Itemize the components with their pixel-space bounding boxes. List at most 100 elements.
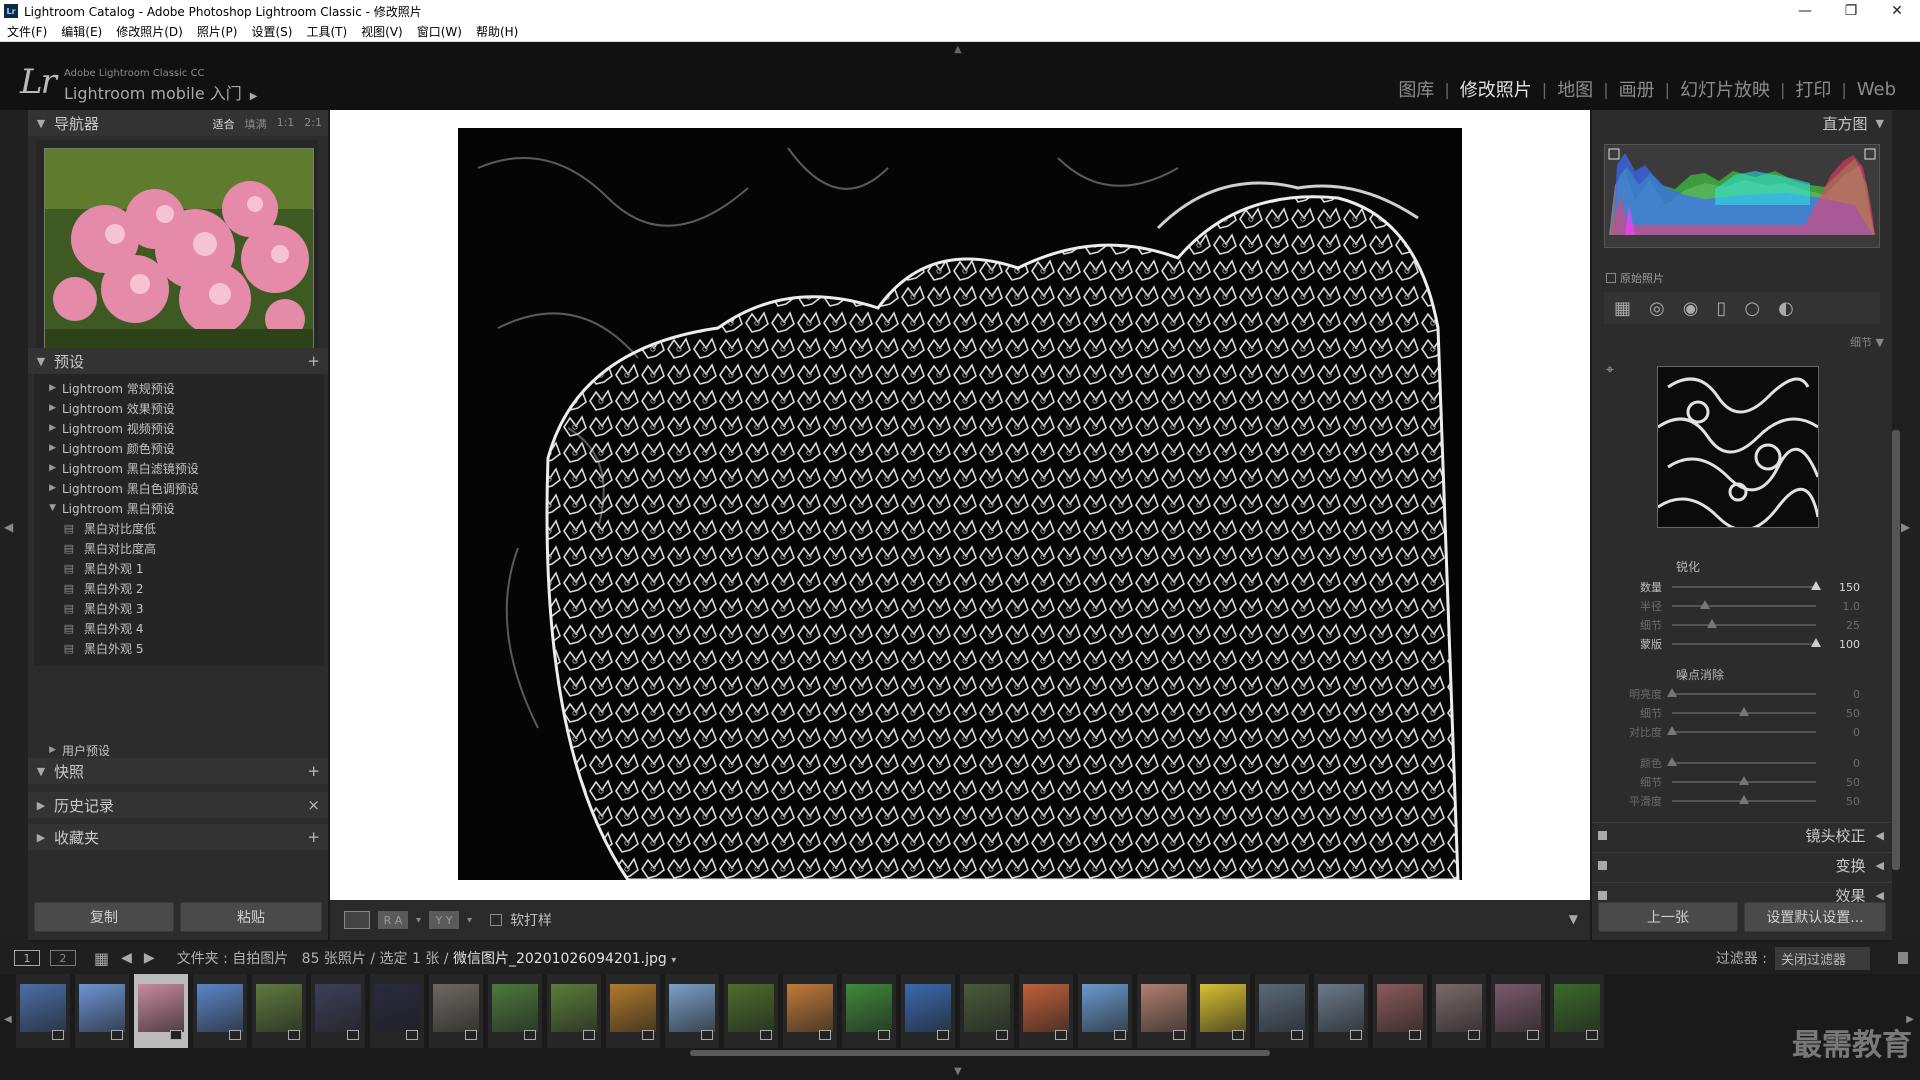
collections-header[interactable]: ▶ 收藏夹 + — [28, 824, 328, 850]
filmstrip-scrollbar[interactable] — [690, 1050, 1270, 1056]
slider-knob[interactable] — [1667, 726, 1677, 735]
main-window-button[interactable]: 1 — [14, 950, 40, 966]
preset-group[interactable]: ▶ Lightroom 常规预设 — [34, 378, 324, 398]
add-collection-icon[interactable]: + — [307, 828, 320, 846]
paste-button[interactable]: 粘贴 — [180, 902, 322, 932]
show-original-toggle[interactable]: 原始照片 — [1606, 270, 1664, 286]
crop-tool-icon[interactable]: ▦ — [1614, 298, 1631, 319]
sharpen-detail-slider[interactable]: 细节 25 — [1592, 616, 1892, 634]
grid-view-icon[interactable]: ▦ — [94, 949, 109, 968]
minimize-button[interactable]: — — [1782, 3, 1828, 19]
preset-group[interactable]: ▶ Lightroom 颜色预设 — [34, 438, 324, 458]
module-slideshow[interactable]: 幻灯片放映 — [1670, 76, 1780, 102]
filmstrip-thumbnail[interactable] — [370, 974, 424, 1048]
filmstrip-thumbnail[interactable] — [134, 974, 188, 1048]
reset-default-button[interactable]: 设置默认设置... — [1744, 902, 1886, 932]
slider-knob[interactable] — [1700, 600, 1711, 609]
close-button[interactable]: ✕ — [1874, 3, 1920, 19]
add-preset-icon[interactable]: + — [307, 352, 320, 370]
chevron-down-icon[interactable]: ▾ — [671, 955, 676, 966]
filmstrip-thumbnail[interactable] — [1373, 974, 1427, 1048]
graduated-filter-icon[interactable]: ▯ — [1716, 298, 1726, 319]
filmstrip-thumbnail[interactable] — [1432, 974, 1486, 1048]
history-header[interactable]: ▶ 历史记录 × — [28, 792, 328, 818]
histogram[interactable] — [1604, 144, 1880, 248]
sharpen-masking-slider[interactable]: 蒙版 100 — [1592, 635, 1892, 653]
filmstrip-thumbnail[interactable] — [488, 974, 542, 1048]
luminance-contrast-slider[interactable]: 对比度 0 — [1592, 723, 1892, 741]
slider-knob[interactable] — [1811, 581, 1821, 590]
previous-button[interactable]: 上一张 — [1598, 902, 1738, 932]
source-path[interactable]: 文件夹 : 自拍图片 85 张照片 / 选定 1 张 / 微信图片_202010… — [177, 948, 677, 968]
sharpen-radius-slider[interactable]: 半径 1.0 — [1592, 597, 1892, 615]
main-photo[interactable] — [458, 128, 1462, 880]
filmstrip-thumbnail[interactable] — [1314, 974, 1368, 1048]
menu-window[interactable]: 窗口(W) — [410, 23, 469, 40]
preset-group-open[interactable]: ▼ Lightroom 黑白预设 — [34, 498, 324, 518]
zoom-1-1[interactable]: 1:1 — [277, 116, 295, 132]
filmstrip-thumbnail[interactable] — [16, 974, 70, 1048]
preset-group[interactable]: ▶ Lightroom 黑白色调预设 — [34, 478, 324, 498]
snapshots-header[interactable]: ▼ 快照 + — [28, 758, 328, 784]
panel-switch-icon[interactable] — [1598, 831, 1607, 840]
filter-select[interactable]: 关闭过滤器 — [1774, 946, 1870, 970]
menu-develop[interactable]: 修改照片(D) — [109, 23, 190, 40]
mobile-start-link[interactable]: Lightroom mobile 入门 ▶ — [64, 80, 257, 104]
loupe-view-icon[interactable] — [344, 911, 370, 929]
module-develop[interactable]: 修改照片 — [1450, 76, 1542, 102]
lens-correction-header[interactable]: 镜头校正 ◀ — [1592, 822, 1892, 848]
preset-item[interactable]: ▤ 黑白对比度低 — [34, 518, 324, 538]
preset-item[interactable]: ▤ 黑白外观 4 — [34, 618, 324, 638]
right-panel-scrollbar[interactable] — [1892, 430, 1900, 870]
preset-item[interactable]: ▤ 黑白对比度高 — [34, 538, 324, 558]
module-web[interactable]: Web — [1847, 79, 1906, 100]
red-eye-icon[interactable]: ◉ — [1683, 298, 1699, 319]
chevron-down-icon[interactable]: ▾ — [416, 915, 421, 926]
add-snapshot-icon[interactable]: + — [307, 762, 320, 780]
radial-filter-icon[interactable]: ○ — [1744, 298, 1760, 319]
original-checkbox[interactable] — [1606, 273, 1616, 283]
menu-tools[interactable]: 工具(T) — [299, 23, 354, 40]
menu-view[interactable]: 视图(V) — [354, 23, 410, 40]
filmstrip-thumbnail[interactable] — [606, 974, 660, 1048]
panel-switch-icon[interactable] — [1598, 891, 1607, 900]
filmstrip-thumbnail[interactable] — [252, 974, 306, 1048]
preset-item[interactable]: ▤ 黑白外观 1 — [34, 558, 324, 578]
filmstrip-thumbnail[interactable] — [1078, 974, 1132, 1048]
collapse-bottom-arrow-icon[interactable]: ▼ — [954, 1066, 962, 1077]
filmstrip-thumbnail[interactable] — [193, 974, 247, 1048]
filmstrip-thumbnail[interactable] — [547, 974, 601, 1048]
navigator-thumbnail[interactable] — [44, 148, 314, 352]
filmstrip-thumbnail[interactable] — [1255, 974, 1309, 1048]
panel-switch-icon[interactable] — [1598, 861, 1607, 870]
scroll-left-icon[interactable]: ◀ — [4, 1014, 12, 1025]
zoom-2-1[interactable]: 2:1 — [304, 116, 322, 132]
module-library[interactable]: 图库 — [1388, 76, 1444, 102]
secondary-window-button[interactable]: 2 — [50, 950, 76, 966]
module-map[interactable]: 地图 — [1547, 76, 1603, 102]
navigator-header[interactable]: ▼ 导航器 适合 填满 1:1 2:1 — [28, 110, 328, 136]
slider-knob[interactable] — [1739, 795, 1749, 804]
slider-knob[interactable] — [1811, 638, 1821, 647]
target-adjust-icon[interactable]: ⌖ — [1606, 362, 1614, 378]
slider-knob[interactable] — [1667, 757, 1677, 766]
filmstrip-thumbnail[interactable] — [842, 974, 896, 1048]
user-presets[interactable]: ▶ 用户预设 — [34, 740, 324, 760]
spot-removal-icon[interactable]: ◎ — [1649, 298, 1665, 319]
preset-group[interactable]: ▶ Lightroom 黑白滤镜预设 — [34, 458, 324, 478]
detail-preview[interactable] — [1657, 366, 1819, 528]
filmstrip-thumbnail[interactable] — [311, 974, 365, 1048]
before-after-yy-button[interactable]: Y Y — [429, 911, 460, 929]
collapse-top-arrow-icon[interactable]: ▲ — [954, 44, 962, 55]
filmstrip-thumbnail[interactable] — [1196, 974, 1250, 1048]
histogram-header[interactable]: 直方图 ▼ — [1592, 110, 1892, 136]
toolbar-menu-icon[interactable]: ▼ — [1569, 912, 1578, 926]
before-after-ra-button[interactable]: R A — [378, 911, 408, 929]
filmstrip-thumbnail[interactable] — [665, 974, 719, 1048]
restore-button[interactable]: ❐ — [1828, 3, 1874, 19]
module-print[interactable]: 打印 — [1785, 76, 1841, 102]
filmstrip-thumbnail[interactable] — [75, 974, 129, 1048]
smoothness-slider[interactable]: 平滑度 50 — [1592, 792, 1892, 810]
softproof-checkbox[interactable] — [490, 914, 503, 926]
preset-item[interactable]: ▤ 黑白外观 3 — [34, 598, 324, 618]
